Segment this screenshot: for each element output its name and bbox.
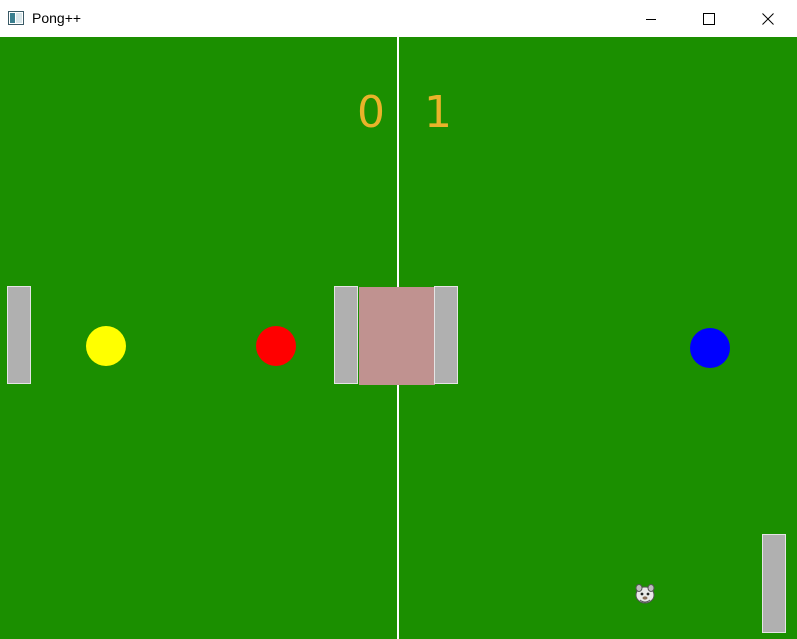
title-bar[interactable]: Pong++	[0, 0, 797, 37]
ball-yellow	[86, 326, 126, 366]
center-block	[359, 287, 435, 385]
right-goal-paddle	[762, 534, 786, 633]
close-button[interactable]	[739, 0, 797, 37]
maximize-button[interactable]	[680, 0, 738, 37]
left-center-paddle	[334, 286, 358, 384]
window-title: Pong++	[32, 10, 82, 26]
score-left: 0	[357, 87, 387, 138]
animal-face-icon	[635, 584, 655, 604]
close-icon	[762, 12, 774, 25]
left-goal-paddle	[7, 286, 31, 384]
ball-blue	[690, 328, 730, 368]
game-window: Pong++ 0 1	[0, 0, 797, 639]
ball-red	[256, 326, 296, 366]
app-icon	[8, 11, 24, 25]
score-right: 1	[424, 87, 454, 138]
game-field[interactable]: 0 1	[0, 37, 797, 639]
minimize-button[interactable]	[622, 0, 680, 37]
minimize-icon	[646, 18, 656, 20]
right-center-paddle	[434, 286, 458, 384]
maximize-icon	[703, 12, 715, 25]
